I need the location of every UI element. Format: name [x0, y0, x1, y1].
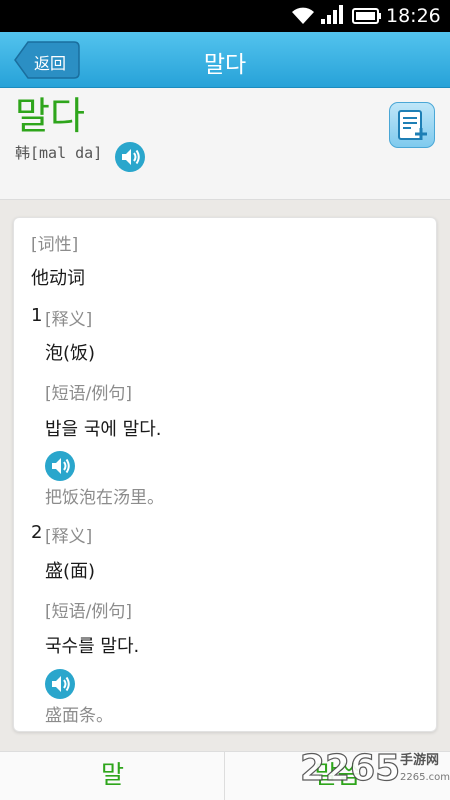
meaning: 盛(面)	[45, 561, 96, 582]
word-heading: 말다 韩[mal da]	[0, 88, 450, 200]
meaning-label: [释义]	[45, 310, 93, 330]
app-header: 返回 말다	[0, 32, 450, 88]
wifi-icon	[292, 7, 314, 24]
meaning: 泡(饭)	[45, 343, 96, 364]
signal-icon	[321, 5, 343, 24]
example-sentence: 국수를 말다.	[45, 636, 140, 657]
status-bar: 18:26	[0, 0, 450, 32]
pronunciation: 韩[mal da]	[15, 144, 103, 162]
speaker-icon[interactable]	[114, 141, 146, 173]
pos-label: [词性]	[31, 235, 79, 255]
add-to-wordbook-button[interactable]	[389, 102, 435, 148]
sense-number: 2	[31, 522, 43, 543]
example-sentence: 밥을 국에 말다.	[45, 419, 162, 440]
speaker-icon[interactable]	[44, 668, 76, 700]
pos-value: 他动词	[31, 268, 85, 289]
status-time: 18:26	[386, 5, 441, 27]
example-translation: 盛面条。	[45, 706, 113, 726]
entry-card: [词性] 他动词 1 [释义] 泡(饭) [短语/例句] 밥을 국에 말다. 把…	[13, 217, 437, 732]
note-add-icon	[398, 110, 427, 140]
battery-icon	[352, 8, 381, 24]
example-translation: 把饭泡在汤里。	[45, 488, 164, 508]
page-title: 말다	[203, 52, 247, 78]
meaning-label: [释义]	[45, 527, 93, 547]
sense-number: 1	[31, 305, 43, 326]
example-label: [短语/例句]	[45, 602, 132, 622]
related-words-bar: 말 말씀	[0, 751, 450, 800]
related-word-tab[interactable]: 말	[0, 752, 225, 800]
related-word-tab[interactable]: 말씀	[225, 752, 450, 800]
headword: 말다	[15, 94, 85, 138]
speaker-icon[interactable]	[44, 450, 76, 482]
example-label: [短语/例句]	[45, 384, 132, 404]
